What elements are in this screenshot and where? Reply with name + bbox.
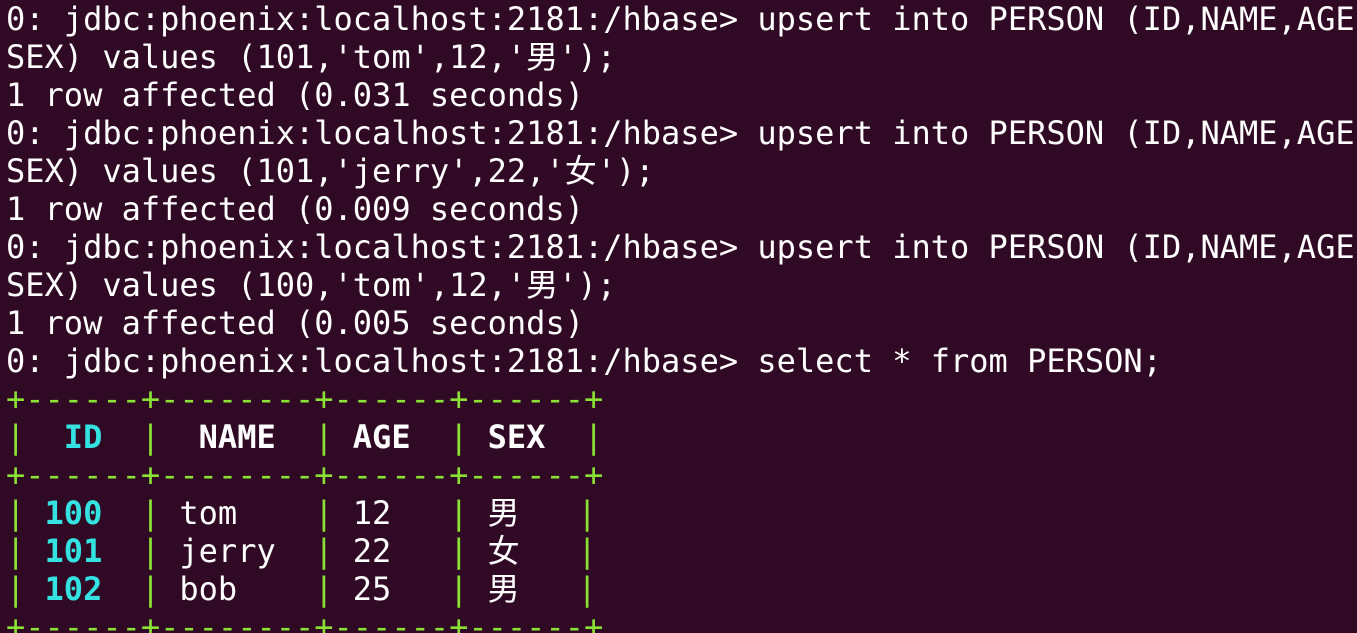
table-border-top: +------+--------+------+------+ [6, 380, 604, 418]
table-separator: | [314, 532, 334, 570]
cell-age: 25 [352, 570, 392, 608]
table-separator: | [583, 418, 604, 456]
terminal-line: 0: jdbc:phoenix:localhost:2181:/hbase> u… [6, 114, 1357, 152]
cell-id: 101 [44, 532, 103, 570]
terminal-line: SEX) values (101,'tom',12,'男'); [6, 38, 616, 76]
table-separator: | [449, 532, 469, 570]
terminal-line: 0: jdbc:phoenix:localhost:2181:/hbase> s… [6, 342, 1162, 380]
cell-id: 102 [44, 570, 103, 608]
terminal-window[interactable]: 0: jdbc:phoenix:localhost:2181:/hbase> u… [0, 0, 1357, 633]
terminal-line: SEX) values (101,'jerry',22,'女'); [6, 152, 655, 190]
terminal-line: 1 row affected (0.031 seconds) [6, 76, 584, 114]
table-separator: | [6, 418, 26, 456]
terminal-line: 1 row affected (0.009 seconds) [6, 190, 584, 228]
table-border-bottom: +------+--------+------+------+ [6, 608, 604, 633]
header-age: AGE [352, 418, 411, 456]
table-separator: | [140, 570, 161, 608]
cell-id: 100 [44, 494, 103, 532]
table-header-row: | ID | NAME | AGE | SEX | [6, 418, 1357, 456]
table-border-header: +------+--------+------+------+ [6, 456, 604, 494]
terminal-line: 0: jdbc:phoenix:localhost:2181:/hbase> u… [6, 228, 1357, 266]
table-separator: | [140, 532, 161, 570]
table-separator: | [577, 570, 597, 608]
table-row: | 100 | tom | 12 | 男 | [6, 494, 1357, 532]
table-separator: | [314, 494, 334, 532]
table-separator: | [449, 570, 469, 608]
cell-name: bob [179, 570, 238, 608]
table-separator: | [449, 494, 469, 532]
table-separator: | [449, 418, 469, 456]
cell-sex: 男 [487, 570, 520, 608]
header-name: NAME [198, 418, 276, 456]
table-separator: | [577, 494, 597, 532]
table-separator: | [6, 532, 26, 570]
table-separator: | [140, 494, 161, 532]
cell-name: tom [179, 494, 238, 532]
cell-age: 22 [352, 532, 392, 570]
table-separator: | [6, 494, 26, 532]
cell-sex: 女 [487, 532, 520, 570]
table-separator: | [314, 570, 334, 608]
cell-name: jerry [179, 532, 276, 570]
table-separator: | [314, 418, 334, 456]
table-separator: | [140, 418, 161, 456]
terminal-line: SEX) values (100,'tom',12,'男'); [6, 266, 616, 304]
table-row: | 101 | jerry | 22 | 女 | [6, 532, 1357, 570]
terminal-line: 0: jdbc:phoenix:localhost:2181:/hbase> u… [6, 0, 1357, 38]
header-sex: SEX [487, 418, 546, 456]
cell-sex: 男 [487, 494, 520, 532]
result-table: +------+--------+------+------+ | ID | N… [6, 380, 1357, 633]
table-separator: | [6, 570, 26, 608]
header-id: ID [63, 418, 103, 456]
cell-age: 12 [352, 494, 392, 532]
table-row: | 102 | bob | 25 | 男 | [6, 570, 1357, 608]
table-separator: | [577, 532, 597, 570]
terminal-line: 1 row affected (0.005 seconds) [6, 304, 584, 342]
